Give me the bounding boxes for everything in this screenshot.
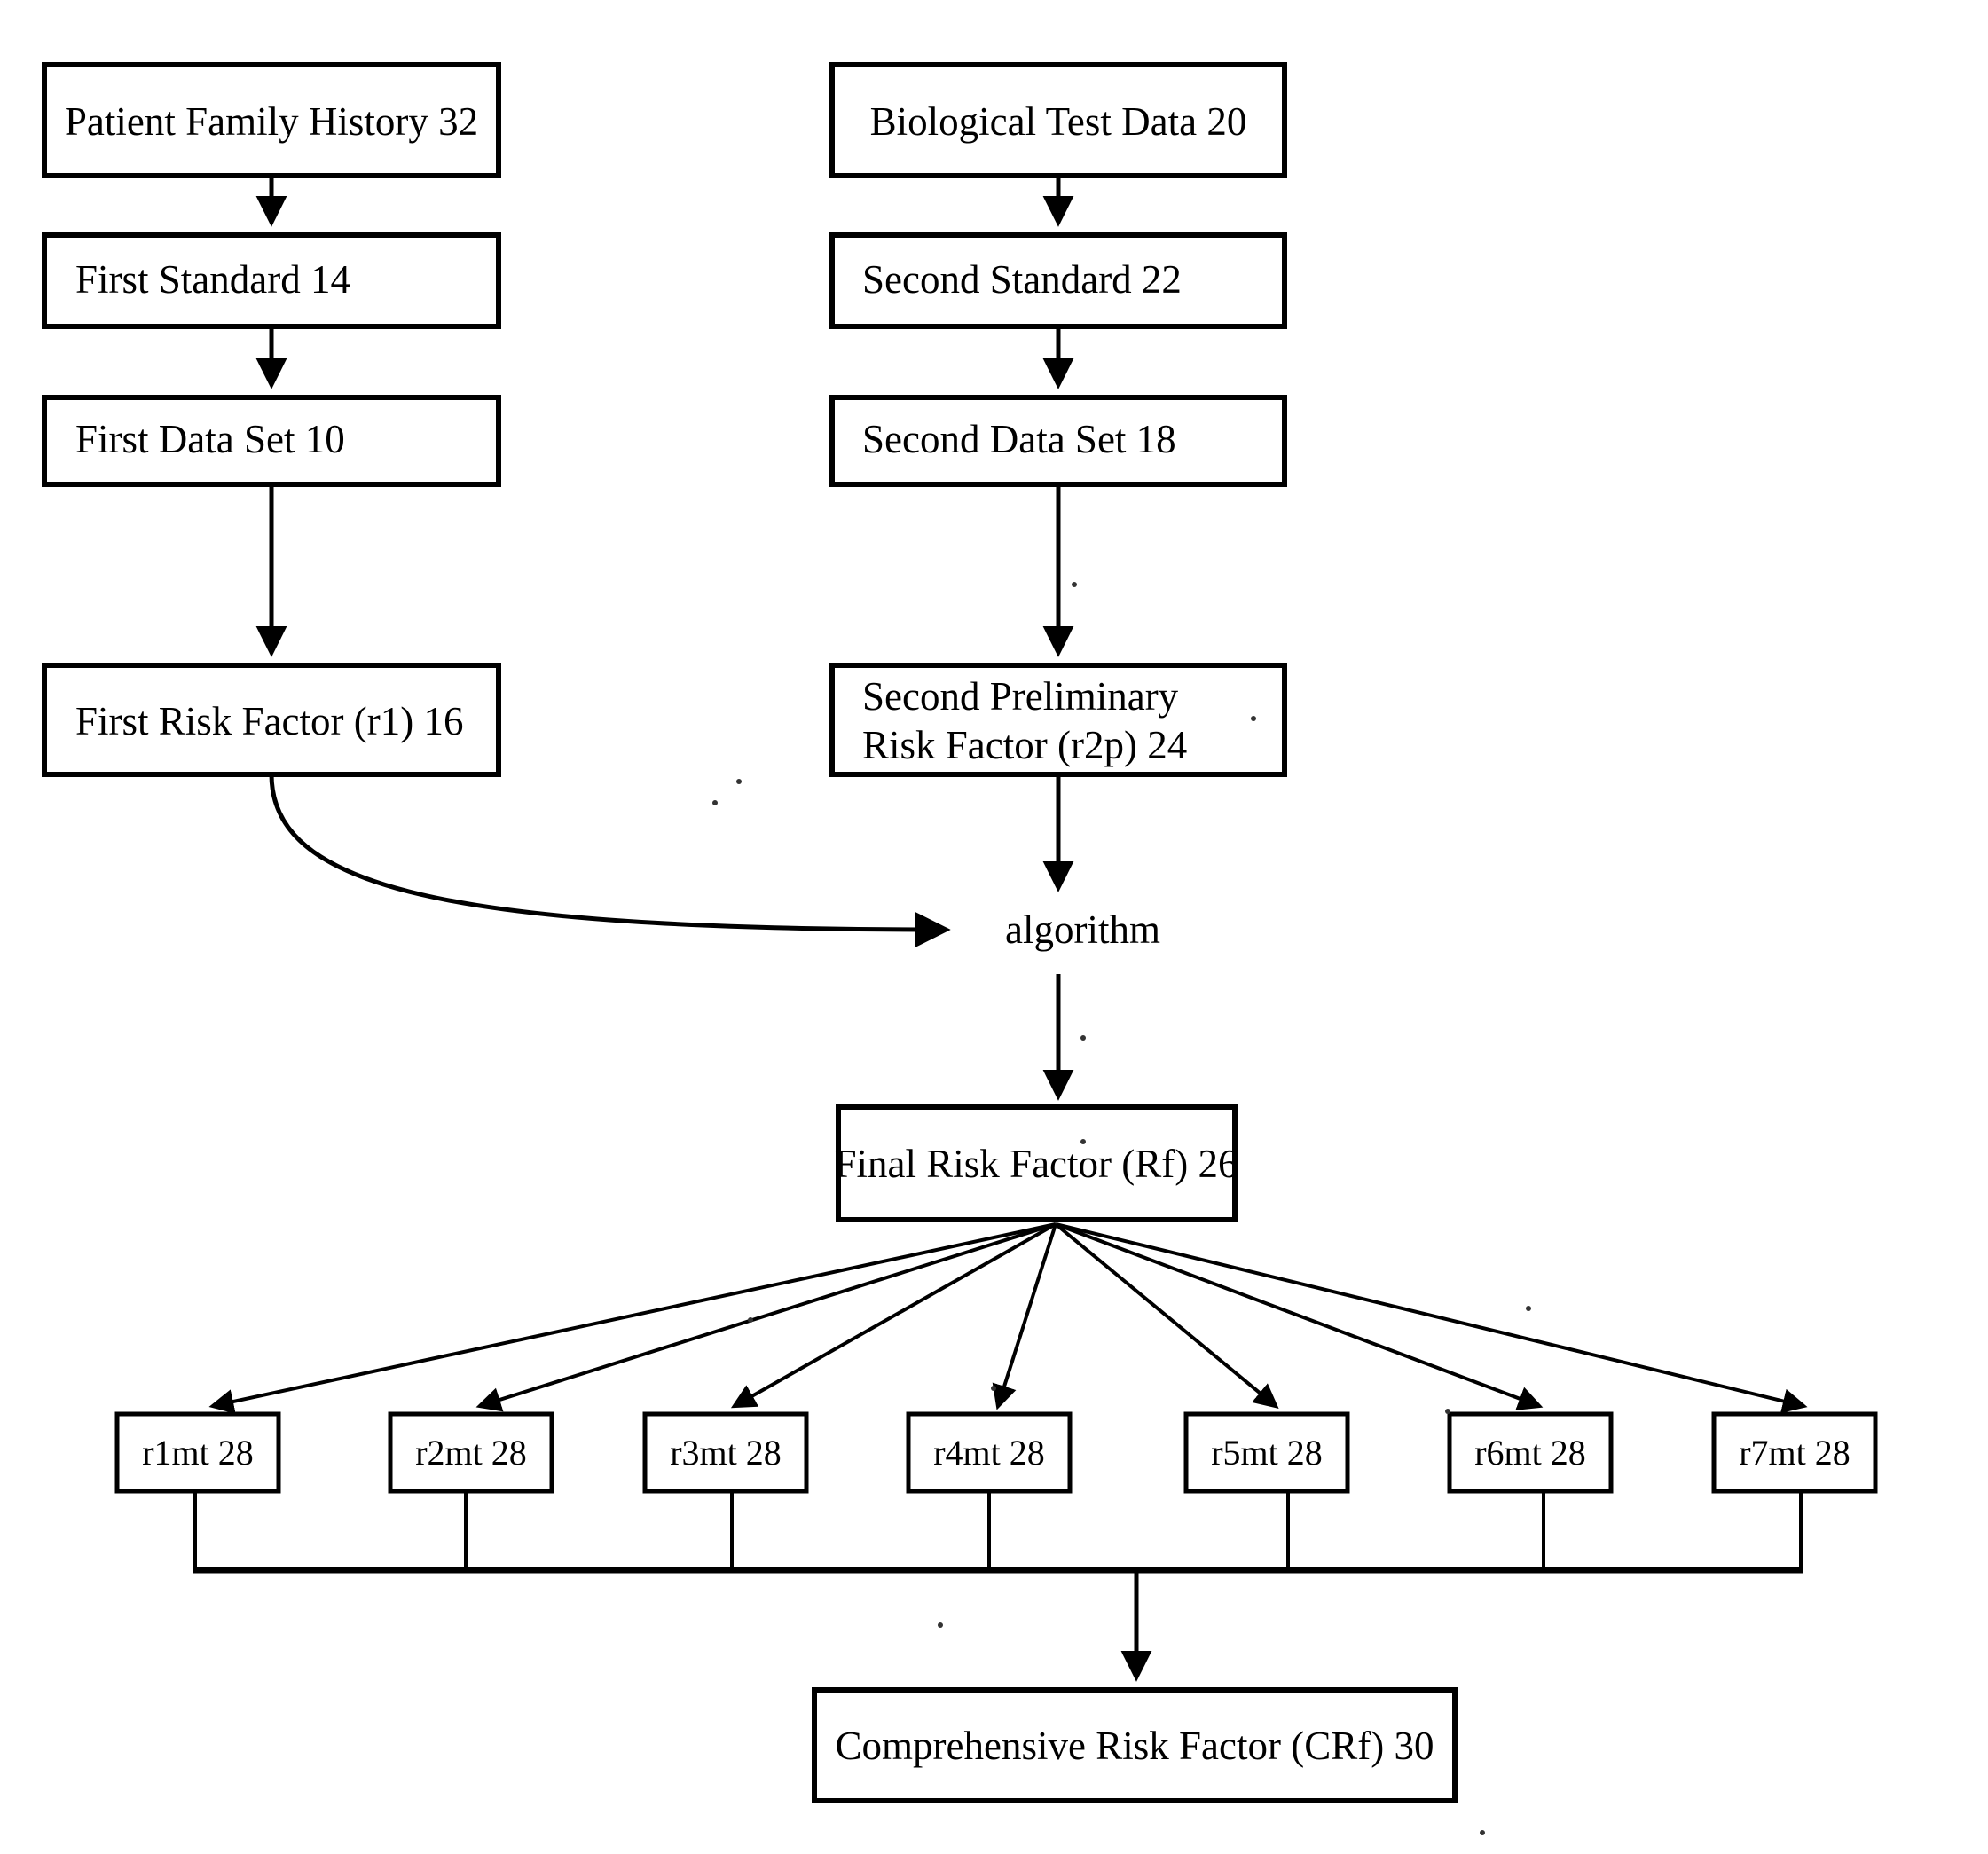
flowchart-svg: Patient Family History 32 First Standard… bbox=[42, 62, 1878, 1835]
left-column-group: Patient Family History 32 First Standard… bbox=[42, 62, 501, 777]
mitigation-boxes-row: r1mt 28 r2mt 28 r3mt 28 r4mt 28 r5mt 28 … bbox=[114, 1411, 1878, 1494]
node-label: First Risk Factor (r1) 16 bbox=[75, 699, 463, 743]
scan-speck bbox=[1480, 1830, 1485, 1835]
arrow-final-to-r6mt bbox=[1055, 1222, 1544, 1410]
node-first-standard[interactable]: First Standard 14 bbox=[42, 232, 501, 329]
scan-speck bbox=[748, 1317, 753, 1323]
scan-speck bbox=[736, 779, 742, 784]
fanout-arrows-group bbox=[208, 1222, 1808, 1414]
scan-speck bbox=[938, 1622, 943, 1628]
node-r3mt[interactable]: r3mt 28 bbox=[642, 1411, 809, 1494]
node-label: r3mt 28 bbox=[670, 1433, 782, 1473]
node-label: Biological Test Data 20 bbox=[870, 99, 1247, 144]
scan-speck bbox=[1072, 582, 1077, 587]
scan-speck bbox=[1526, 1306, 1531, 1311]
node-label-line1: Second Preliminary bbox=[862, 674, 1179, 719]
arrow-final-to-r2mt bbox=[475, 1222, 1057, 1412]
node-r7mt[interactable]: r7mt 28 bbox=[1711, 1411, 1878, 1494]
node-label-line2: Risk Factor (r2p) 24 bbox=[862, 723, 1187, 767]
node-second-data-set[interactable]: Second Data Set 18 bbox=[829, 395, 1287, 487]
node-label: r2mt 28 bbox=[415, 1433, 527, 1473]
arrow-final-to-r1mt bbox=[208, 1222, 1057, 1414]
node-label: First Data Set 10 bbox=[75, 417, 345, 461]
scan-speck bbox=[991, 1386, 996, 1391]
node-label: Patient Family History 32 bbox=[65, 99, 478, 144]
node-r6mt[interactable]: r6mt 28 bbox=[1447, 1411, 1614, 1494]
scan-speck bbox=[1080, 1139, 1086, 1144]
node-label: r4mt 28 bbox=[933, 1433, 1045, 1473]
curved-arrow-r1-to-algorithm bbox=[269, 774, 951, 947]
node-r1mt[interactable]: r1mt 28 bbox=[114, 1411, 281, 1494]
node-r4mt[interactable]: r4mt 28 bbox=[906, 1411, 1073, 1494]
scan-speck bbox=[712, 800, 718, 805]
node-label: r5mt 28 bbox=[1211, 1433, 1323, 1473]
node-label: Second Data Set 18 bbox=[862, 417, 1176, 461]
node-r5mt[interactable]: r5mt 28 bbox=[1183, 1411, 1350, 1494]
node-biological-test-data[interactable]: Biological Test Data 20 bbox=[829, 62, 1287, 178]
right-column-group: Biological Test Data 20 Second Standard … bbox=[829, 62, 1287, 777]
node-label: First Standard 14 bbox=[75, 257, 350, 302]
node-r2mt[interactable]: r2mt 28 bbox=[388, 1411, 554, 1494]
node-first-data-set[interactable]: First Data Set 10 bbox=[42, 395, 501, 487]
scan-speck bbox=[1445, 1409, 1450, 1414]
node-patient-family-history[interactable]: Patient Family History 32 bbox=[42, 62, 501, 178]
node-final-risk-factor[interactable]: Final Risk Factor (Rf) 26 bbox=[835, 1104, 1238, 1222]
node-comprehensive-risk-factor[interactable]: Comprehensive Risk Factor (CRf) 30 bbox=[812, 1687, 1458, 1803]
node-label: r6mt 28 bbox=[1474, 1433, 1586, 1473]
algorithm-label: algorithm bbox=[1005, 907, 1160, 952]
node-label: r1mt 28 bbox=[142, 1433, 254, 1473]
node-label: Second Standard 22 bbox=[862, 257, 1182, 302]
scan-speck bbox=[1080, 1035, 1086, 1041]
node-second-standard[interactable]: Second Standard 22 bbox=[829, 232, 1287, 329]
node-label: r7mt 28 bbox=[1739, 1433, 1850, 1473]
node-first-risk-factor[interactable]: First Risk Factor (r1) 16 bbox=[42, 663, 501, 777]
node-label: Final Risk Factor (Rf) 26 bbox=[835, 1142, 1238, 1186]
node-second-preliminary-risk-factor[interactable]: Second Preliminary Risk Factor (r2p) 24 bbox=[829, 663, 1287, 777]
diagram-canvas: Patient Family History 32 First Standard… bbox=[0, 0, 1988, 1854]
scan-speck bbox=[1251, 716, 1256, 721]
mitigation-bus-group bbox=[193, 1491, 1803, 1574]
node-label: Comprehensive Risk Factor (CRf) 30 bbox=[836, 1724, 1434, 1768]
